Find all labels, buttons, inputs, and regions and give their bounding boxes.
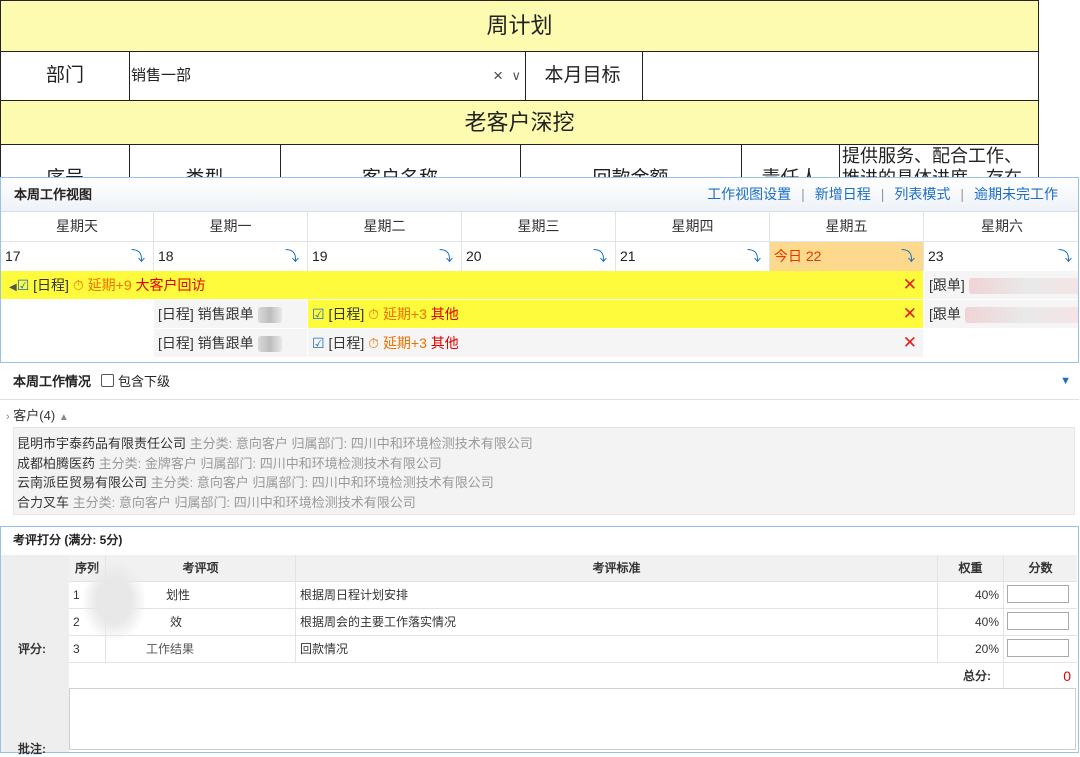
delete-icon[interactable]: ✕	[903, 300, 917, 328]
list-mode-link[interactable]: 列表模式	[894, 186, 950, 202]
evaluation-title: 考评打分 (满分: 5分)	[13, 527, 122, 553]
event-bar[interactable]: ◀☑ [日程] ⏱ 延期+9 大客户回访 ✕	[1, 271, 923, 299]
left-arrow-icon[interactable]: ◀	[9, 282, 17, 293]
date-row: 17⤵ 18⤵ 19⤵ 20⤵ 21⤵ 今日 22⤵ 23⤵	[1, 241, 1078, 271]
day-wed: 星期三	[462, 212, 616, 241]
clock-icon: ⏱	[73, 277, 84, 293]
weekday-header: 星期天 星期一 星期二 星期三 星期四 星期五 星期六	[1, 212, 1078, 241]
event-bar[interactable]: ☑ [日程] ⏱ 延期+3 其他 ✕	[308, 300, 923, 328]
add-event-icon[interactable]: ⤵	[285, 242, 299, 271]
list-item[interactable]: 合力叉车 主分类: 意向客户 归属部门: 四川中和环境检测技术有限公司	[14, 493, 1074, 513]
date-cell[interactable]: 19⤵	[308, 242, 462, 271]
note-textarea[interactable]	[69, 688, 1076, 750]
total-label: 总分:	[69, 663, 1004, 689]
chevron-down-icon[interactable]: ∨	[511, 52, 521, 100]
date-cell[interactable]: 17⤵	[1, 242, 154, 271]
dept-select[interactable]: 销售一部 × ∨	[129, 52, 526, 100]
add-event-icon[interactable]: ⤵	[747, 242, 761, 271]
delete-icon[interactable]: ✕	[903, 329, 917, 357]
weekly-view-title: 本周工作视图	[14, 178, 92, 211]
total-row: 总分: 0	[69, 663, 1077, 690]
add-event-icon[interactable]: ⤵	[1058, 242, 1072, 271]
plan-title: 周计划	[0, 0, 1039, 51]
day-fri: 星期五	[770, 212, 924, 241]
dept-row: 部门 销售一部 × ∨ 本月目标	[0, 51, 1039, 100]
add-event-icon[interactable]: ⤵	[131, 242, 145, 271]
dept-value: 销售一部	[131, 67, 191, 84]
score-input[interactable]	[1007, 612, 1069, 630]
evaluation-panel: 考评打分 (满分: 5分) 评分: 批注: 序列 考评项 考评标准 权重 分数 …	[0, 526, 1079, 753]
day-thu: 星期四	[616, 212, 770, 241]
checkbox-icon[interactable]: ☑	[312, 335, 325, 351]
checkbox-icon[interactable]: ☑	[17, 277, 30, 293]
dept-label: 部门	[1, 52, 130, 100]
add-schedule-link[interactable]: 新增日程	[815, 186, 871, 202]
delete-icon[interactable]: ✕	[903, 271, 917, 299]
redacted-text	[258, 336, 282, 352]
customer-list: 昆明市宇泰药品有限责任公司 主分类: 意向客户 归属部门: 四川中和环境检测技术…	[13, 427, 1075, 515]
collapse-icon[interactable]: ▼	[1060, 375, 1071, 387]
note-label: 批注:	[18, 740, 46, 757]
event-bar[interactable]: [跟单]	[925, 271, 1079, 299]
event-bar[interactable]: [日程] 销售跟单	[154, 300, 307, 328]
section-title: 老客户深挖	[0, 100, 1039, 144]
event-bar[interactable]: [日程] 销售跟单	[154, 329, 307, 357]
weekly-status-panel: 本周工作情况 包含下级 ▼ › 客户(4) ▲ 昆明市宇泰药品有限责任公司 主分…	[0, 363, 1079, 523]
day-sat: 星期六	[924, 212, 1079, 241]
date-cell[interactable]: 21⤵	[616, 242, 770, 271]
redacted-text	[258, 307, 282, 323]
date-cell[interactable]: 23⤵	[924, 242, 1079, 271]
score-input[interactable]	[1007, 585, 1069, 603]
total-score: 0	[1004, 663, 1077, 689]
redacted-text	[965, 307, 1079, 323]
weekly-status-title: 本周工作情况	[13, 363, 91, 401]
day-mon: 星期一	[154, 212, 308, 241]
weekly-status-header: 本周工作情况 包含下级 ▼	[0, 363, 1079, 400]
list-item[interactable]: 昆明市宇泰药品有限责任公司 主分类: 意向客户 归属部门: 四川中和环境检测技术…	[14, 434, 1074, 454]
date-cell[interactable]: 20⤵	[462, 242, 616, 271]
day-sun: 星期天	[1, 212, 154, 241]
add-event-icon[interactable]: ⤵	[593, 242, 607, 271]
redacted-blur	[83, 562, 145, 640]
event-bar[interactable]: ☑ [日程] ⏱ 延期+3 其他 ✕	[308, 329, 923, 357]
weekly-view-links: 工作视图设置|新增日程|列表模式|逾期未完工作	[707, 178, 1058, 211]
view-settings-link[interactable]: 工作视图设置	[707, 186, 791, 202]
clock-icon: ⏱	[368, 335, 379, 351]
score-input[interactable]	[1007, 639, 1069, 657]
day-tue: 星期二	[308, 212, 462, 241]
include-sub-checkbox[interactable]: 包含下级	[101, 363, 170, 401]
add-event-icon[interactable]: ⤵	[439, 242, 453, 271]
add-event-icon[interactable]: ⤵	[901, 242, 915, 271]
score-label: 评分:	[18, 640, 46, 657]
clock-icon: ⏱	[368, 306, 379, 322]
table-row: 1 划性 根据周日程计划安排 40%	[69, 582, 1077, 609]
customers-toggle[interactable]: › 客户(4) ▲	[6, 405, 69, 424]
checkbox-icon[interactable]	[101, 374, 114, 387]
overdue-work-link[interactable]: 逾期未完工作	[974, 186, 1058, 202]
checkbox-icon[interactable]: ☑	[312, 306, 325, 322]
evaluation-side: 评分: 批注:	[1, 555, 69, 752]
date-cell[interactable]: 18⤵	[154, 242, 308, 271]
month-goal-label: 本月目标	[523, 52, 643, 100]
table-row: 2 效 根据周会的主要工作落实情况 40%	[69, 609, 1077, 636]
date-cell-today[interactable]: 今日 22⤵	[770, 242, 924, 271]
chevron-right-icon: ›	[6, 411, 10, 423]
table-row: 3 工作结果 回款情况 20%	[69, 636, 1077, 663]
weekly-work-view: 本周工作视图 工作视图设置|新增日程|列表模式|逾期未完工作 星期天 星期一 星…	[0, 177, 1079, 363]
sort-up-icon: ▲	[59, 412, 69, 423]
table-header: 序列 考评项 考评标准 权重 分数	[69, 555, 1077, 582]
list-item[interactable]: 成都柏腾医药 主分类: 金牌客户 归属部门: 四川中和环境检测技术有限公司	[14, 454, 1074, 474]
redacted-text	[969, 278, 1079, 294]
clear-icon[interactable]: ×	[493, 52, 503, 100]
event-bar[interactable]: [跟单	[925, 300, 1079, 328]
weekly-view-header: 本周工作视图 工作视图设置|新增日程|列表模式|逾期未完工作	[1, 178, 1078, 212]
list-item[interactable]: 云南派臣贸易有限公司 主分类: 意向客户 归属部门: 四川中和环境检测技术有限公…	[14, 473, 1074, 493]
month-goal-input[interactable]	[642, 52, 1038, 100]
